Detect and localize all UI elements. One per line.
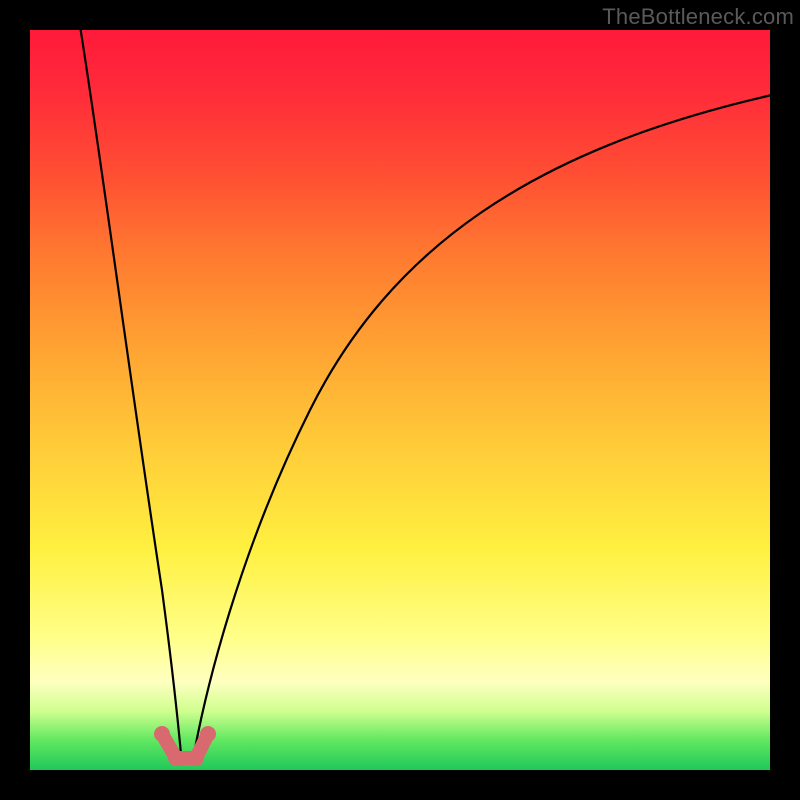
chart-svg [30, 30, 770, 770]
highlight-marker-dot [168, 750, 184, 766]
highlight-marker-dot [154, 726, 170, 742]
curve-right [192, 95, 772, 765]
highlight-marker-dot [188, 750, 204, 766]
chart-container: TheBottleneck.com [0, 0, 800, 800]
curve-left [80, 26, 182, 765]
plot-area [30, 30, 770, 770]
watermark-text: TheBottleneck.com [602, 4, 794, 30]
highlight-marker-dot [200, 726, 216, 742]
